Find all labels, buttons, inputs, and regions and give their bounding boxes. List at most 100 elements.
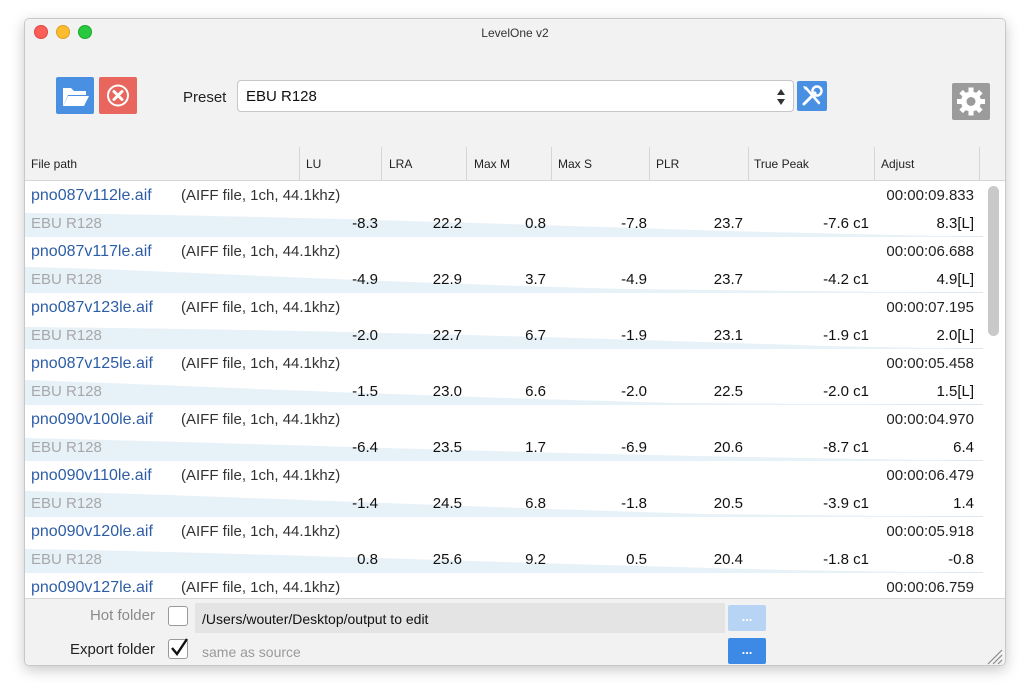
file-name[interactable]: pno087v123le.aif	[31, 299, 153, 317]
column-divider	[381, 147, 382, 181]
column-lra[interactable]: LRA	[389, 157, 412, 171]
cell-adjust: 1.5[L]	[936, 383, 974, 400]
file-name[interactable]: pno087v112le.aif	[31, 187, 152, 205]
cell-lu: -8.3	[352, 215, 378, 232]
column-max-s[interactable]: Max S	[558, 157, 592, 171]
column-file-path[interactable]: File path	[31, 157, 77, 171]
export-folder-path-field[interactable]: same as source	[195, 636, 725, 665]
cell-max-s: -2.0	[621, 383, 647, 400]
row-preset: EBU R128	[31, 495, 102, 512]
cell-plr: 22.5	[713, 383, 743, 400]
cell-max-m: 6.8	[525, 495, 546, 512]
remove-files-button[interactable]	[99, 77, 137, 114]
cell-lu: -2.0	[352, 327, 378, 344]
file-name[interactable]: pno090v110le.aif	[31, 467, 152, 485]
cell-max-s: -7.8	[621, 215, 647, 232]
file-duration: 00:00:07.195	[886, 299, 974, 316]
file-row[interactable]: pno090v127le.aif (AIFF file, 1ch, 44.1khz…	[25, 573, 983, 598]
hot-folder-browse-button[interactable]: ...	[728, 605, 766, 631]
file-name[interactable]: pno090v127le.aif	[31, 579, 153, 597]
cell-max-s: -1.8	[621, 495, 647, 512]
file-row[interactable]: pno087v112le.aif (AIFF file, 1ch, 44.1khz…	[25, 181, 983, 237]
folder-open-icon	[63, 88, 89, 106]
remove-circle-icon	[107, 84, 129, 107]
cell-lu: -6.4	[352, 439, 378, 456]
hot-folder-path-field[interactable]: /Users/wouter/Desktop/output to edit	[195, 603, 725, 633]
column-true-peak[interactable]: True Peak	[754, 157, 809, 171]
export-folder-label: Export folder	[69, 641, 155, 658]
settings-button[interactable]	[952, 83, 990, 120]
file-duration: 00:00:05.458	[886, 355, 974, 372]
file-duration: 00:00:09.833	[886, 187, 974, 204]
file-row[interactable]: pno090v120le.aif (AIFF file, 1ch, 44.1khz…	[25, 517, 983, 573]
file-format: (AIFF file, 1ch, 44.1khz)	[181, 243, 341, 260]
file-duration: 00:00:05.918	[886, 523, 974, 540]
file-name[interactable]: pno087v117le.aif	[31, 243, 152, 261]
row-preset: EBU R128	[31, 271, 102, 288]
hot-folder-checkbox[interactable]	[168, 606, 188, 626]
cell-max-m: 6.7	[525, 327, 546, 344]
column-divider	[649, 147, 650, 181]
file-duration: 00:00:04.970	[886, 411, 974, 428]
resize-grip-icon[interactable]	[983, 645, 1003, 665]
column-plr[interactable]: PLR	[656, 157, 679, 171]
file-duration: 00:00:06.688	[886, 243, 974, 260]
gear-icon	[957, 87, 985, 116]
file-duration: 00:00:06.759	[886, 579, 974, 596]
file-row[interactable]: pno087v123le.aif (AIFF file, 1ch, 44.1khz…	[25, 293, 983, 349]
file-row[interactable]: pno087v125le.aif (AIFF file, 1ch, 44.1khz…	[25, 349, 983, 405]
file-row[interactable]: pno090v110le.aif (AIFF file, 1ch, 44.1khz…	[25, 461, 983, 517]
row-preset: EBU R128	[31, 439, 102, 456]
file-row[interactable]: pno090v100le.aif (AIFF file, 1ch, 44.1khz…	[25, 405, 983, 461]
cell-true-peak: -2.0 c1	[823, 383, 869, 400]
cell-plr: 20.4	[713, 551, 743, 568]
cell-adjust: -0.8	[948, 551, 974, 568]
export-folder-browse-button[interactable]: ...	[728, 638, 766, 664]
window-title: LevelOne v2	[481, 26, 549, 40]
column-max-m[interactable]: Max M	[474, 157, 510, 171]
file-format: (AIFF file, 1ch, 44.1khz)	[181, 467, 341, 484]
file-format: (AIFF file, 1ch, 44.1khz)	[181, 523, 341, 540]
preset-select[interactable]: EBU R128	[237, 80, 794, 112]
edit-preset-button[interactable]	[797, 81, 827, 111]
column-divider	[551, 147, 552, 181]
file-row[interactable]: pno087v117le.aif (AIFF file, 1ch, 44.1khz…	[25, 237, 983, 293]
toolbar: Preset EBU R128	[25, 47, 1005, 147]
cell-max-m: 0.8	[525, 215, 546, 232]
cell-lra: 23.0	[432, 383, 462, 400]
file-list[interactable]: pno087v112le.aif (AIFF file, 1ch, 44.1khz…	[25, 181, 983, 598]
file-name[interactable]: pno090v120le.aif	[31, 523, 153, 541]
file-format: (AIFF file, 1ch, 44.1khz)	[181, 299, 341, 316]
cell-lu: -1.5	[352, 383, 378, 400]
hot-folder-label: Hot folder	[89, 607, 155, 624]
cell-max-s: -4.9	[621, 271, 647, 288]
export-folder-checkbox[interactable]	[168, 638, 188, 659]
file-name[interactable]: pno090v100le.aif	[31, 411, 153, 429]
cell-max-m: 6.6	[525, 383, 546, 400]
file-format: (AIFF file, 1ch, 44.1khz)	[181, 187, 341, 204]
cell-max-m: 3.7	[525, 271, 546, 288]
cell-plr: 20.6	[713, 439, 743, 456]
checkmark-icon	[171, 638, 188, 657]
file-name[interactable]: pno087v125le.aif	[31, 355, 153, 373]
file-duration: 00:00:06.479	[886, 467, 974, 484]
cell-plr: 23.7	[713, 215, 743, 232]
file-format: (AIFF file, 1ch, 44.1khz)	[181, 355, 341, 372]
cell-lra: 25.6	[432, 551, 462, 568]
cell-max-m: 9.2	[525, 551, 546, 568]
cell-true-peak: -1.8 c1	[823, 551, 869, 568]
open-files-button[interactable]	[56, 77, 94, 114]
cell-lra: 24.5	[432, 495, 462, 512]
column-divider	[466, 147, 467, 181]
cell-max-s: -6.9	[621, 439, 647, 456]
cell-lra: 22.7	[432, 327, 462, 344]
cell-adjust: 6.4	[953, 439, 974, 456]
cell-max-s: 0.5	[626, 551, 647, 568]
vertical-scrollbar[interactable]	[983, 181, 1005, 598]
column-adjust[interactable]: Adjust	[881, 157, 914, 171]
row-preset: EBU R128	[31, 383, 102, 400]
column-lu[interactable]: LU	[306, 157, 321, 171]
row-preset: EBU R128	[31, 551, 102, 568]
scrollbar-thumb[interactable]	[988, 186, 999, 336]
cell-adjust: 2.0[L]	[936, 327, 974, 344]
